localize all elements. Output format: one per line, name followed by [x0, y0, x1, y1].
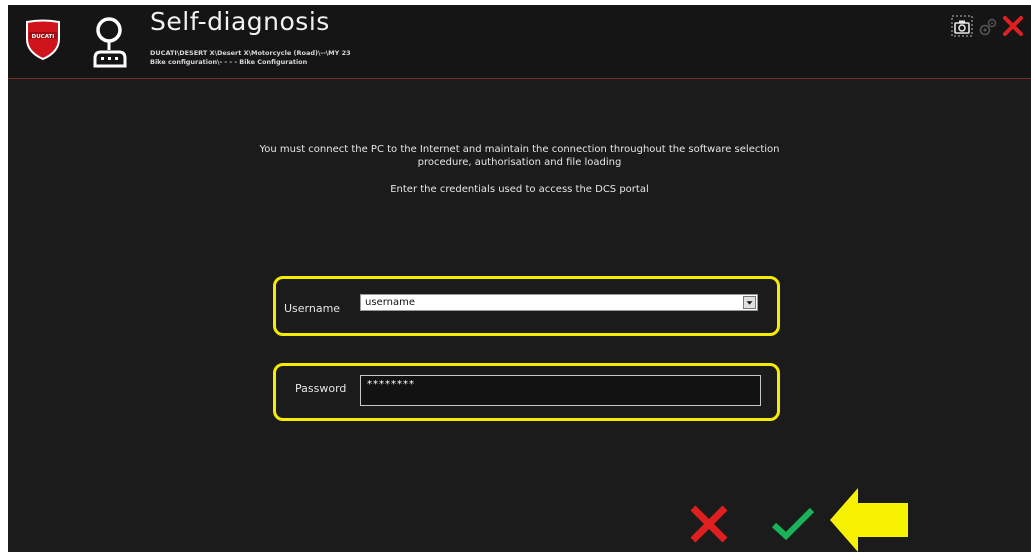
header-bar: DUCATI Self-diagnosis DUCATI\DESERT X\De…	[8, 5, 1031, 79]
password-field[interactable]: ********	[360, 375, 761, 406]
internet-notice-line2: procedure, authorisation and file loadin…	[417, 157, 622, 168]
page-title: Self-diagnosis	[150, 7, 330, 36]
gears-icon[interactable]	[978, 17, 998, 37]
app-window: DUCATI Self-diagnosis DUCATI\DESERT X\De…	[8, 5, 1031, 552]
username-label: Username	[284, 302, 341, 315]
self-diagnosis-icon	[93, 17, 127, 68]
cancel-x-icon[interactable]	[688, 503, 730, 545]
username-value: username	[365, 297, 415, 308]
yellow-arrow-icon	[830, 488, 908, 552]
logo-text: DUCATI	[32, 34, 55, 40]
breadcrumb-configuration: Bike configuration\- - - - Bike Configur…	[150, 58, 308, 66]
chevron-down-icon[interactable]	[743, 296, 756, 309]
confirm-check-icon[interactable]	[770, 505, 816, 541]
internet-notice-line1: You must connect the PC to the Internet …	[259, 144, 780, 155]
ducati-logo-icon: DUCATI	[26, 19, 60, 61]
credentials-instruction: Enter the credentials used to access the…	[390, 184, 649, 195]
close-icon[interactable]	[1002, 15, 1024, 37]
password-label: Password	[295, 382, 347, 395]
camera-icon[interactable]	[951, 15, 973, 37]
username-dropdown[interactable]: username	[360, 294, 758, 311]
breadcrumb-path: DUCATI\DESERT X\Desert X\Motorcycle (Roa…	[150, 49, 351, 57]
